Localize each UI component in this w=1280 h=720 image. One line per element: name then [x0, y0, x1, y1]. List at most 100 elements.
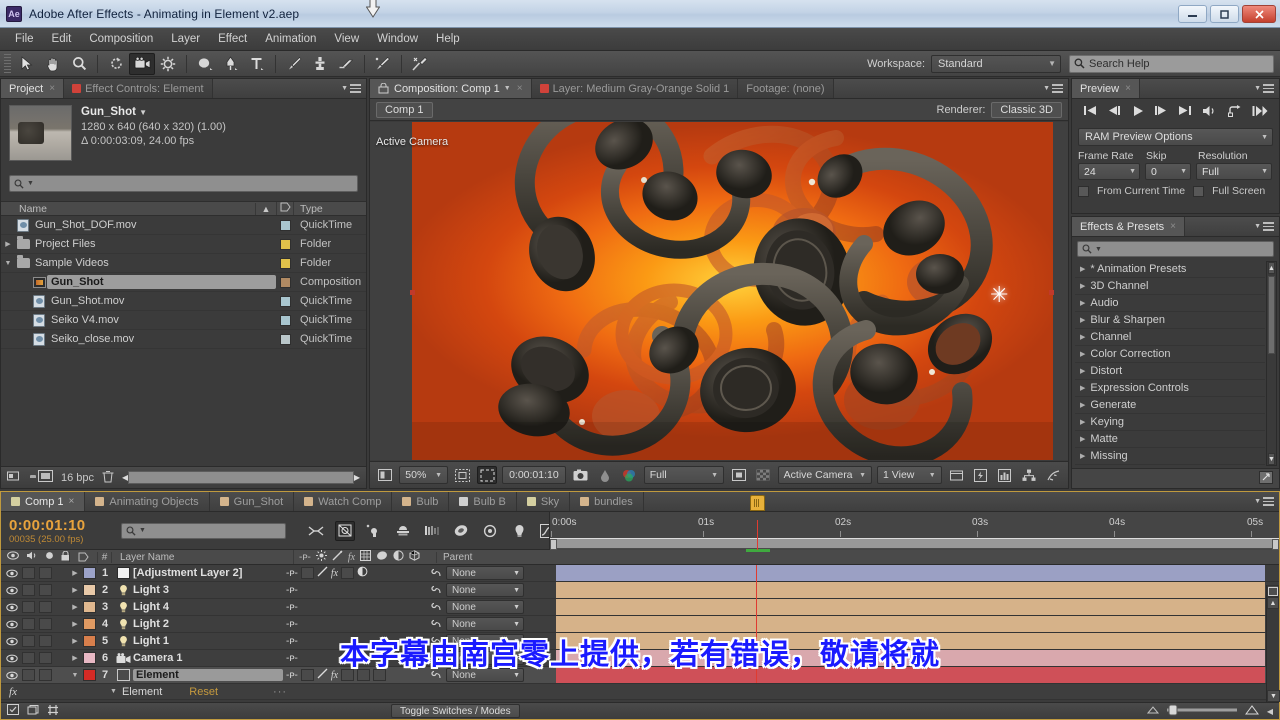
timeline-graph-icon[interactable]: [995, 466, 1014, 484]
parent-select[interactable]: None ▼: [446, 668, 524, 682]
menu-edit[interactable]: Edit: [43, 30, 81, 48]
camera-tool-icon[interactable]: [129, 52, 155, 75]
layer-name[interactable]: Light 2: [133, 618, 283, 630]
label-color-swatch[interactable]: [276, 257, 294, 269]
effects-item-10[interactable]: ▶ Matte: [1075, 431, 1265, 448]
new-animation-preset-icon[interactable]: [1259, 470, 1273, 487]
time-playhead[interactable]: [750, 495, 765, 550]
clone-stamp-tool-icon[interactable]: [307, 53, 333, 75]
interpret-footage-icon[interactable]: [7, 470, 22, 485]
snapshot-camera-icon[interactable]: [571, 466, 590, 484]
effects-item-1[interactable]: ▶ 3D Channel: [1075, 278, 1265, 295]
solo-toggle[interactable]: [38, 635, 53, 648]
parent-select[interactable]: None ▼: [446, 634, 524, 648]
close-icon[interactable]: ×: [1170, 221, 1176, 232]
menu-file[interactable]: File: [6, 30, 43, 48]
layer-label-color[interactable]: [81, 618, 97, 630]
solo-toggle[interactable]: [38, 584, 53, 597]
region-of-interest-toggle-icon[interactable]: [729, 466, 748, 484]
timeline-zoom-slider[interactable]: [1166, 704, 1239, 719]
timeline-vertical-scrollbar[interactable]: ▲ ▼: [1266, 585, 1280, 702]
from-current-time-checkbox[interactable]: [1078, 185, 1089, 197]
tab-effects-presets[interactable]: Effects & Presets ×: [1072, 217, 1186, 236]
layer-duration-bar[interactable]: [556, 599, 1265, 615]
effect-reset-link[interactable]: Reset: [189, 686, 218, 698]
effects-item-11[interactable]: ▶ Missing: [1075, 448, 1265, 465]
composition-mini-flowchart-icon[interactable]: [306, 521, 326, 541]
layer-label-color[interactable]: [81, 601, 97, 613]
draft-3d-icon[interactable]: [335, 520, 355, 541]
row-twisty[interactable]: ▶: [1, 240, 15, 248]
audio-toggle[interactable]: [22, 584, 37, 597]
layer-label-color[interactable]: [81, 669, 97, 681]
region-of-interest-icon[interactable]: [477, 466, 497, 484]
timeline-panel-menu-button[interactable]: ▼: [1249, 492, 1279, 511]
switch-box[interactable]: [341, 669, 355, 681]
effect-about-icon[interactable]: ···: [273, 686, 287, 698]
layer-duration-bar[interactable]: [556, 650, 1265, 666]
project-panel-menu-button[interactable]: ▼: [336, 79, 366, 98]
brainstorm-icon[interactable]: [451, 521, 471, 541]
layer-label-color[interactable]: [81, 635, 97, 647]
puppet-pin-tool-icon[interactable]: [407, 53, 433, 75]
layer-name[interactable]: Camera 1: [133, 652, 283, 664]
menu-effect[interactable]: Effect: [209, 30, 256, 48]
time-ruler[interactable]: 0:00s 01s 02s 03s 04s 05s: [549, 495, 1279, 552]
layer-label-color[interactable]: [81, 652, 97, 664]
close-icon[interactable]: ×: [69, 496, 75, 507]
lock-toggle[interactable]: [55, 669, 70, 682]
label-color-swatch[interactable]: [276, 314, 294, 326]
type-tool-icon[interactable]: [244, 53, 270, 75]
layer-twisty[interactable]: ▶: [69, 586, 81, 594]
adjustment-layer-switch[interactable]: [357, 566, 368, 580]
layer-twisty[interactable]: ▶: [69, 637, 81, 645]
menu-layer[interactable]: Layer: [162, 30, 209, 48]
pickwhip-icon[interactable]: [430, 600, 442, 614]
layer-name[interactable]: Element: [133, 669, 283, 681]
video-toggle-icon[interactable]: [5, 601, 20, 614]
layer-duration-bar[interactable]: [556, 633, 1265, 649]
pickwhip-icon[interactable]: [430, 617, 442, 631]
layer-name[interactable]: [Adjustment Layer 2]: [133, 567, 283, 579]
scroll-down-icon[interactable]: ▼: [1267, 690, 1280, 702]
effects-item-9[interactable]: ▶ Keying: [1075, 414, 1265, 431]
layer-name[interactable]: Light 3: [133, 584, 283, 596]
shy-switch[interactable]: -ᴘ-: [286, 602, 298, 613]
fast-previews-icon[interactable]: [971, 466, 990, 484]
parent-column-header[interactable]: Parent: [436, 551, 1279, 563]
project-horizontal-scrollbar[interactable]: ◀ ▶: [122, 471, 360, 484]
toolbar-grip-icon[interactable]: [2, 53, 11, 74]
ram-preview-options-select[interactable]: RAM Preview Options ▼: [1078, 128, 1273, 146]
auto-keyframe-icon[interactable]: [480, 521, 500, 541]
composition-panel-menu-button[interactable]: ▼: [1038, 79, 1068, 98]
shy-switch[interactable]: -ᴘ-: [286, 619, 298, 630]
timeline-layer-row-4[interactable]: ▶ 4 Light 2 -ᴘ- None ▼: [1, 616, 1279, 633]
timeline-layer-row-3[interactable]: ▶ 3 Light 4 -ᴘ- None ▼: [1, 599, 1279, 616]
magnification-select[interactable]: 50% ▼: [399, 466, 449, 484]
work-area-end-handle[interactable]: [1272, 539, 1279, 550]
solo-toggle[interactable]: [38, 618, 53, 631]
row-twisty[interactable]: ▼: [1, 260, 15, 267]
quality-switch[interactable]: [317, 668, 328, 682]
comp-button-icon[interactable]: [1267, 585, 1279, 597]
lock-toggle[interactable]: [55, 618, 70, 631]
menu-window[interactable]: Window: [368, 30, 427, 48]
switch-box[interactable]: [300, 567, 314, 579]
audio-toggle[interactable]: [22, 601, 37, 614]
timeline-effect-row[interactable]: fx ▼ Element Reset ···: [1, 684, 1279, 700]
switch-box[interactable]: [341, 567, 355, 579]
renderer-button[interactable]: Classic 3D: [991, 101, 1062, 118]
effects-panel-menu-button[interactable]: ▼: [1249, 217, 1279, 236]
label-color-swatch[interactable]: [276, 238, 294, 250]
close-button[interactable]: [1242, 5, 1276, 23]
scroll-up-icon[interactable]: ▲: [1268, 262, 1275, 274]
shy-switch[interactable]: -ᴘ-: [286, 653, 298, 664]
effects-item-8[interactable]: ▶ Generate: [1075, 397, 1265, 414]
scroll-up-icon[interactable]: ▲: [1267, 597, 1279, 609]
comp-handle-left[interactable]: [410, 290, 415, 295]
layer-label-color[interactable]: [81, 567, 97, 579]
search-help-input[interactable]: Search Help: [1069, 54, 1274, 73]
previous-frame-button[interactable]: [1107, 105, 1121, 119]
transparency-grid-icon[interactable]: [753, 466, 772, 484]
tab-preview[interactable]: Preview ×: [1072, 79, 1140, 98]
